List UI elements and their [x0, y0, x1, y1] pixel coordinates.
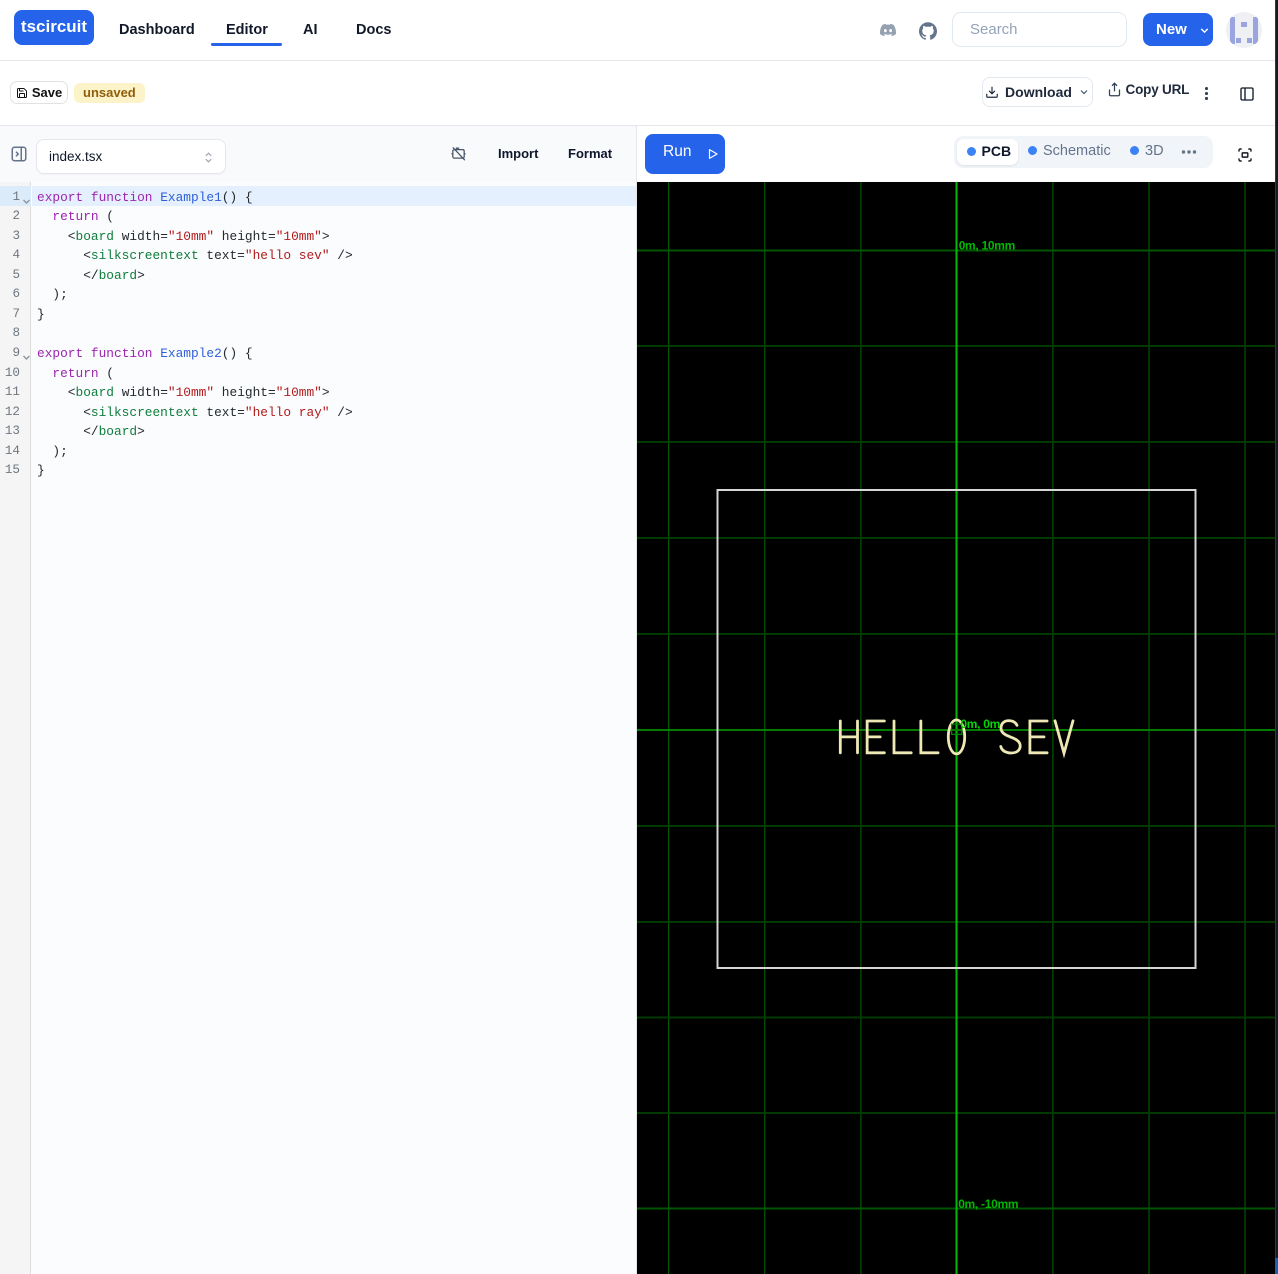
svg-text:0m, -10mm: 0m, -10mm	[958, 1197, 1018, 1211]
svg-text:0m, 10mm: 0m, 10mm	[959, 239, 1015, 253]
svg-text:0m, 0m: 0m, 0m	[960, 717, 1000, 731]
